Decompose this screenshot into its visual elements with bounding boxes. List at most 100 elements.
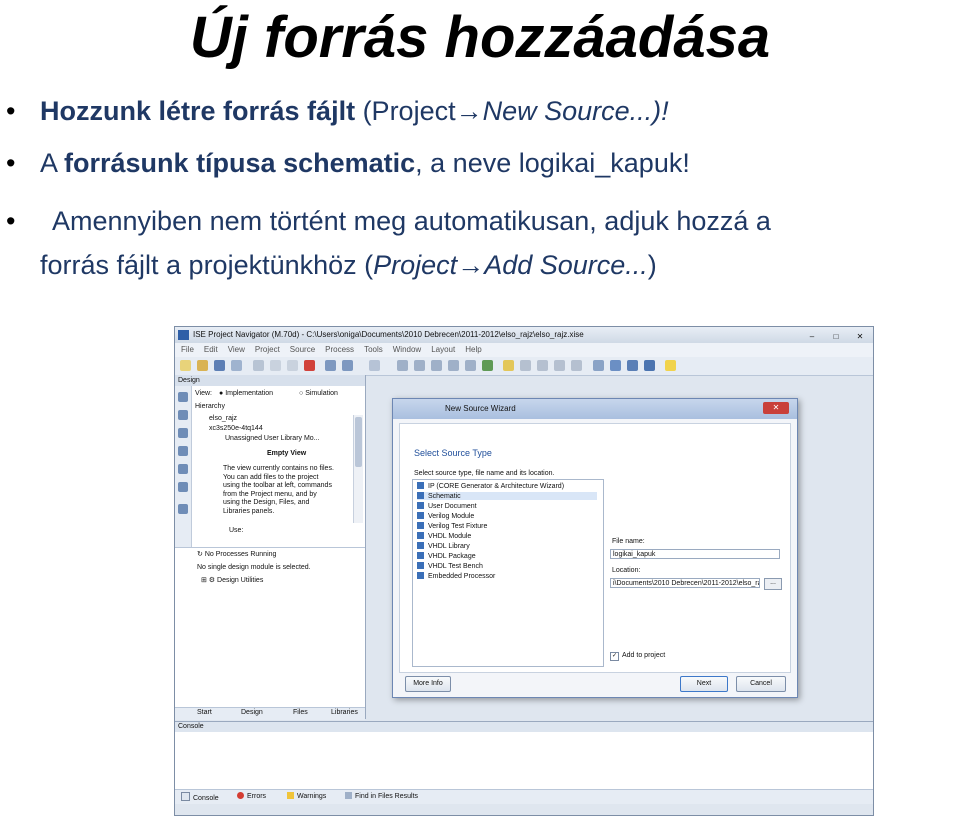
tab-files[interactable]: Files [293, 709, 308, 716]
empty-view-line: Libraries panels. [223, 507, 275, 515]
maximize-button[interactable]: □ [827, 331, 845, 342]
open-source-icon[interactable] [178, 446, 188, 456]
ise-window: ISE Project Navigator (M.70d) - C:\Users… [174, 326, 874, 816]
type-item[interactable]: Verilog Module [417, 512, 474, 520]
highlight-icon[interactable] [503, 360, 514, 371]
next-button[interactable]: Next [680, 676, 728, 692]
cut-icon[interactable] [253, 360, 264, 371]
find-next-icon[interactable] [465, 360, 476, 371]
search-icon[interactable] [397, 360, 408, 371]
bullet-3-line2: forrás fájlt a projektünkhöz (Project→Ad… [40, 250, 657, 281]
sigma-icon[interactable] [627, 360, 638, 371]
console-tabs: Console Errors Warnings Find in Files Re… [175, 789, 873, 804]
remove-icon[interactable] [178, 464, 188, 474]
tab-errors-label: Errors [247, 793, 267, 800]
menu-layout[interactable]: Layout [431, 345, 455, 354]
tab-design[interactable]: Design [241, 709, 263, 716]
process-status-text: No Processes Running [204, 551, 277, 558]
type-item[interactable]: VHDL Module [417, 532, 471, 540]
simulation-radio[interactable]: ○ Simulation [299, 390, 338, 397]
vhdl-icon [417, 532, 424, 539]
type-item-selected[interactable]: Schematic [417, 492, 597, 500]
run-icon[interactable] [610, 360, 621, 371]
window-icon[interactable] [554, 360, 565, 371]
lightbulb-icon[interactable] [665, 360, 676, 371]
tab-libraries[interactable]: Libraries [331, 709, 358, 716]
minimize-button[interactable]: – [803, 331, 821, 342]
copy-icon[interactable] [270, 360, 281, 371]
bullet-2-text: A forrásunk típusa schematic, a neve log… [40, 148, 690, 179]
refresh-icon[interactable] [482, 360, 493, 371]
type-item[interactable]: Verilog Test Fixture [417, 522, 487, 530]
add-copy-icon[interactable] [178, 428, 188, 438]
design-utilities-item[interactable]: ⊞ ⚙ Design Utilities [201, 576, 263, 584]
dialog-instruction: Select source type, file name and its lo… [414, 470, 555, 477]
open-folder-icon[interactable] [197, 360, 208, 371]
menu-help[interactable]: Help [465, 345, 481, 354]
menubar: File Edit View Project Source Process Tools Win… [175, 343, 873, 357]
implementation-radio[interactable]: ● Implementation [219, 390, 273, 397]
edit-icon[interactable] [178, 504, 188, 514]
browse-button[interactable]: ... [764, 578, 782, 590]
properties-icon[interactable] [178, 482, 188, 492]
type-item[interactable]: IP (CORE Generator & Architecture Wizard… [417, 482, 564, 490]
menu-view[interactable]: View [228, 345, 245, 354]
more-info-button[interactable]: More Info [405, 676, 451, 692]
menu-project[interactable]: Project [255, 345, 280, 354]
find-icon[interactable] [448, 360, 459, 371]
toolbar-more-icon[interactable] [369, 360, 380, 371]
tree-item-device[interactable]: xc3s250e-4tq144 [209, 425, 263, 432]
simulation-label: Simulation [305, 390, 338, 397]
tab-find-results-label: Find in Files Results [355, 793, 419, 800]
design-utilities-label: Design Utilities [217, 577, 264, 584]
cancel-button[interactable]: Cancel [736, 676, 786, 692]
tab-warnings[interactable]: Warnings [287, 792, 326, 800]
add-to-project-checkbox[interactable]: ✓ [610, 652, 619, 661]
type-item[interactable]: VHDL Library [417, 542, 470, 550]
tile-icon[interactable] [571, 360, 582, 371]
undo-icon[interactable] [325, 360, 336, 371]
save-all-icon[interactable] [231, 360, 242, 371]
tab-find-results[interactable]: Find in Files Results [345, 792, 418, 800]
save-icon[interactable] [214, 360, 225, 371]
menu-source[interactable]: Source [290, 345, 315, 354]
type-label: VHDL Test Bench [428, 563, 483, 570]
zoom-out-icon[interactable] [431, 360, 442, 371]
menu-process[interactable]: Process [325, 345, 354, 354]
menu-file[interactable]: File [181, 345, 194, 354]
play-icon[interactable] [644, 360, 655, 371]
tree-item-unassigned[interactable]: Unassigned User Library Mo... [225, 435, 320, 442]
panel-icon[interactable] [537, 360, 548, 371]
zoom-icon[interactable] [414, 360, 425, 371]
new-source-icon[interactable] [178, 392, 188, 402]
tab-start[interactable]: Start [197, 709, 212, 716]
tree-item-project[interactable]: elso_rajz [209, 415, 237, 422]
scrollbar-thumb[interactable] [355, 417, 362, 467]
dialog-close-button[interactable]: ✕ [763, 402, 789, 414]
design-scrollbar[interactable] [353, 415, 363, 523]
layout-icon[interactable] [520, 360, 531, 371]
slide-title: Új forrás hozzáadása [189, 5, 771, 70]
new-file-icon[interactable] [180, 360, 191, 371]
type-label: User Document [428, 503, 477, 510]
tab-console[interactable]: Console [181, 792, 219, 802]
file-name-label: File name: [612, 538, 645, 545]
location-field[interactable]: i\Documents\2010 Debrecen\2011-2012\elso… [610, 578, 760, 588]
type-item[interactable]: VHDL Package [417, 552, 476, 560]
menu-tools[interactable]: Tools [364, 345, 383, 354]
wrench-icon[interactable] [593, 360, 604, 371]
menu-window[interactable]: Window [393, 345, 421, 354]
file-name-field[interactable]: logikai_kapuk [610, 549, 780, 559]
vhdl-library-icon [417, 542, 424, 549]
paste-icon[interactable] [287, 360, 298, 371]
type-item[interactable]: VHDL Test Bench [417, 562, 483, 570]
type-item[interactable]: Embedded Processor [417, 572, 495, 580]
redo-icon[interactable] [342, 360, 353, 371]
menu-edit[interactable]: Edit [204, 345, 218, 354]
design-bottom-tabs: Start Design Files Libraries [175, 707, 365, 720]
delete-icon[interactable] [304, 360, 315, 371]
close-button[interactable]: ✕ [851, 331, 869, 342]
tab-errors[interactable]: Errors [237, 792, 266, 800]
type-item[interactable]: User Document [417, 502, 477, 510]
add-source-icon[interactable] [178, 410, 188, 420]
